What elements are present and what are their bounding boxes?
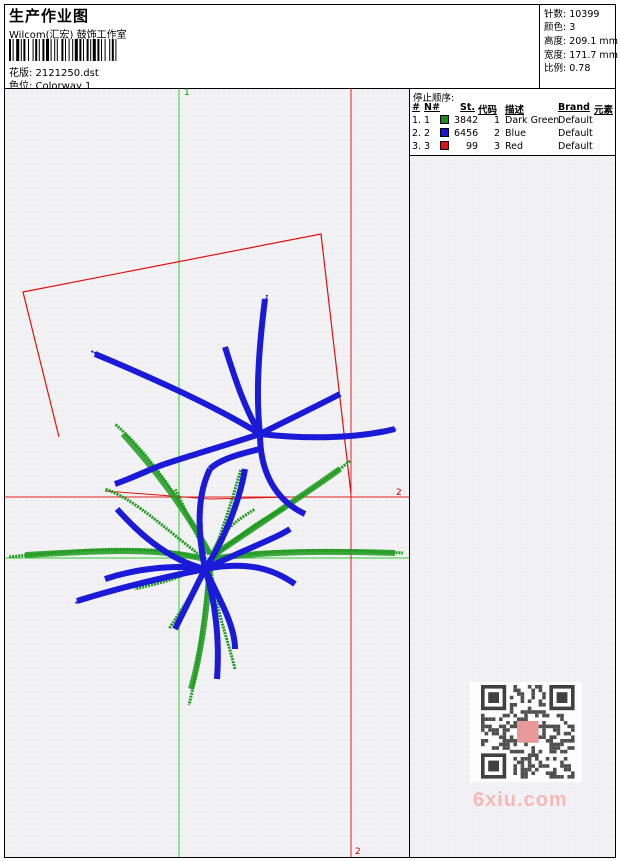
row-code: 2 bbox=[494, 128, 501, 139]
scale-ratio: 比例: 0.78 bbox=[544, 63, 591, 74]
color-swatch-blue bbox=[440, 128, 449, 137]
row-n: 1 bbox=[424, 115, 431, 126]
row-desc: Red bbox=[505, 141, 524, 152]
col-header-desc: 描述 bbox=[505, 105, 525, 116]
color-swatch-red bbox=[440, 141, 449, 150]
row-n: 2 bbox=[424, 128, 431, 139]
table-row: 1. 1 3842 1 Dark Green Default bbox=[410, 115, 615, 128]
col-header-n: N# bbox=[424, 102, 440, 113]
row-stitches: 6456 bbox=[454, 128, 479, 139]
color-swatch-green bbox=[440, 115, 449, 124]
design-width: 宽度: 171.7 mm bbox=[544, 50, 618, 61]
page-title: 生产作业图 bbox=[9, 7, 90, 25]
row-index: 2. bbox=[412, 128, 422, 139]
red-axis-label-bottom: 2 bbox=[355, 847, 361, 857]
row-index: 3. bbox=[412, 141, 422, 152]
watermark-text: 6xiu.com bbox=[473, 789, 568, 811]
barcode bbox=[9, 39, 117, 61]
row-desc: Blue bbox=[505, 128, 527, 139]
color-count: 颜色: 3 bbox=[544, 22, 576, 33]
col-header-index: # bbox=[412, 102, 420, 113]
row-code: 1 bbox=[494, 115, 501, 126]
table-row: 3. 3 99 3 Red Default bbox=[410, 141, 615, 154]
row-stitches: 99 bbox=[466, 141, 479, 152]
col-header-stitches: St. bbox=[460, 102, 475, 113]
row-brand: Default bbox=[558, 115, 593, 126]
design-height: 高度: 209.1 mm bbox=[544, 36, 618, 47]
row-brand: Default bbox=[558, 128, 593, 139]
header-left: 生产作业图 Wilcom(汇宏) 鼓饰工作室 花版: 2121250.dst 色… bbox=[5, 5, 539, 92]
stitch-count: 针数: 10399 bbox=[544, 9, 600, 20]
design-canvas[interactable]: 1 2 2 bbox=[5, 88, 409, 857]
col-header-element: 元素 bbox=[594, 105, 614, 116]
stats-panel: 针数: 10399 颜色: 3 高度: 209.1 mm 宽度: 171.7 m… bbox=[539, 5, 618, 88]
stop-sequence-table: 停止顺序: # N# St. 代码 描述 Brand 元素 1. 1 3842 … bbox=[410, 89, 615, 156]
row-index: 1. bbox=[412, 115, 422, 126]
embroidery-preview bbox=[5, 89, 409, 857]
green-axis-label-top: 1 bbox=[184, 88, 190, 98]
row-n: 3 bbox=[424, 141, 431, 152]
table-row: 2. 2 6456 2 Blue Default bbox=[410, 128, 615, 141]
row-code: 3 bbox=[494, 141, 501, 152]
row-stitches: 3842 bbox=[454, 115, 479, 126]
red-jump-path-2 bbox=[104, 490, 292, 500]
red-axis-label-right: 2 bbox=[396, 488, 402, 498]
row-brand: Default bbox=[558, 141, 593, 152]
qr-code bbox=[470, 682, 582, 782]
row-desc: Dark Green bbox=[505, 115, 560, 126]
col-header-brand: Brand bbox=[558, 102, 590, 113]
col-header-code: 代码 bbox=[478, 105, 498, 116]
